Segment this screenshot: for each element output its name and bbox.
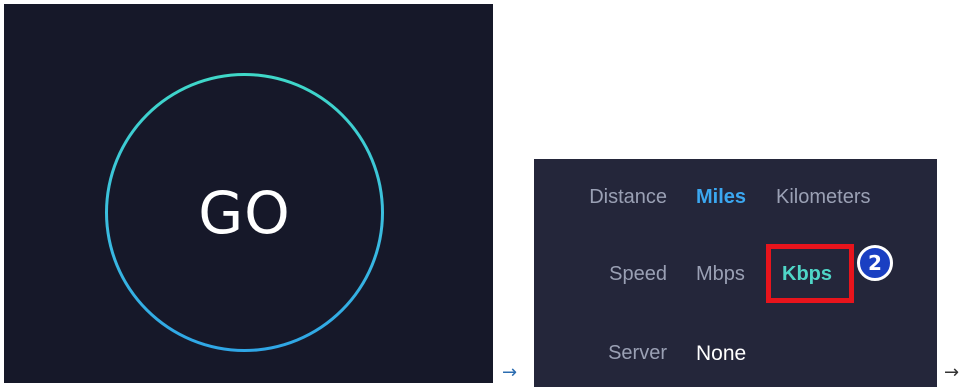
step-arrow-icon: → [502,362,518,383]
tutorial-stage: GO → Distance Miles Kilometers Speed Mbp… [0,0,962,387]
distance-option-kilometers[interactable]: Kilometers [776,186,870,209]
server-label: Server [608,342,667,364]
distance-label: Distance [589,186,667,208]
speed-label: Speed [609,263,667,285]
server-row: Server None [534,342,937,372]
go-button-label: GO [198,178,291,247]
next-step-arrow-icon: → [944,362,960,383]
distance-option-miles[interactable]: Miles [696,186,746,209]
speed-option-mbps[interactable]: Mbps [696,263,745,286]
go-button[interactable]: GO [105,73,384,352]
server-value[interactable]: None [696,342,746,366]
step-number-badge: 2 [857,245,893,281]
kbps-highlight-box [766,244,854,303]
distance-row: Distance Miles Kilometers [534,186,937,216]
speedtest-go-panel: GO [4,4,493,383]
